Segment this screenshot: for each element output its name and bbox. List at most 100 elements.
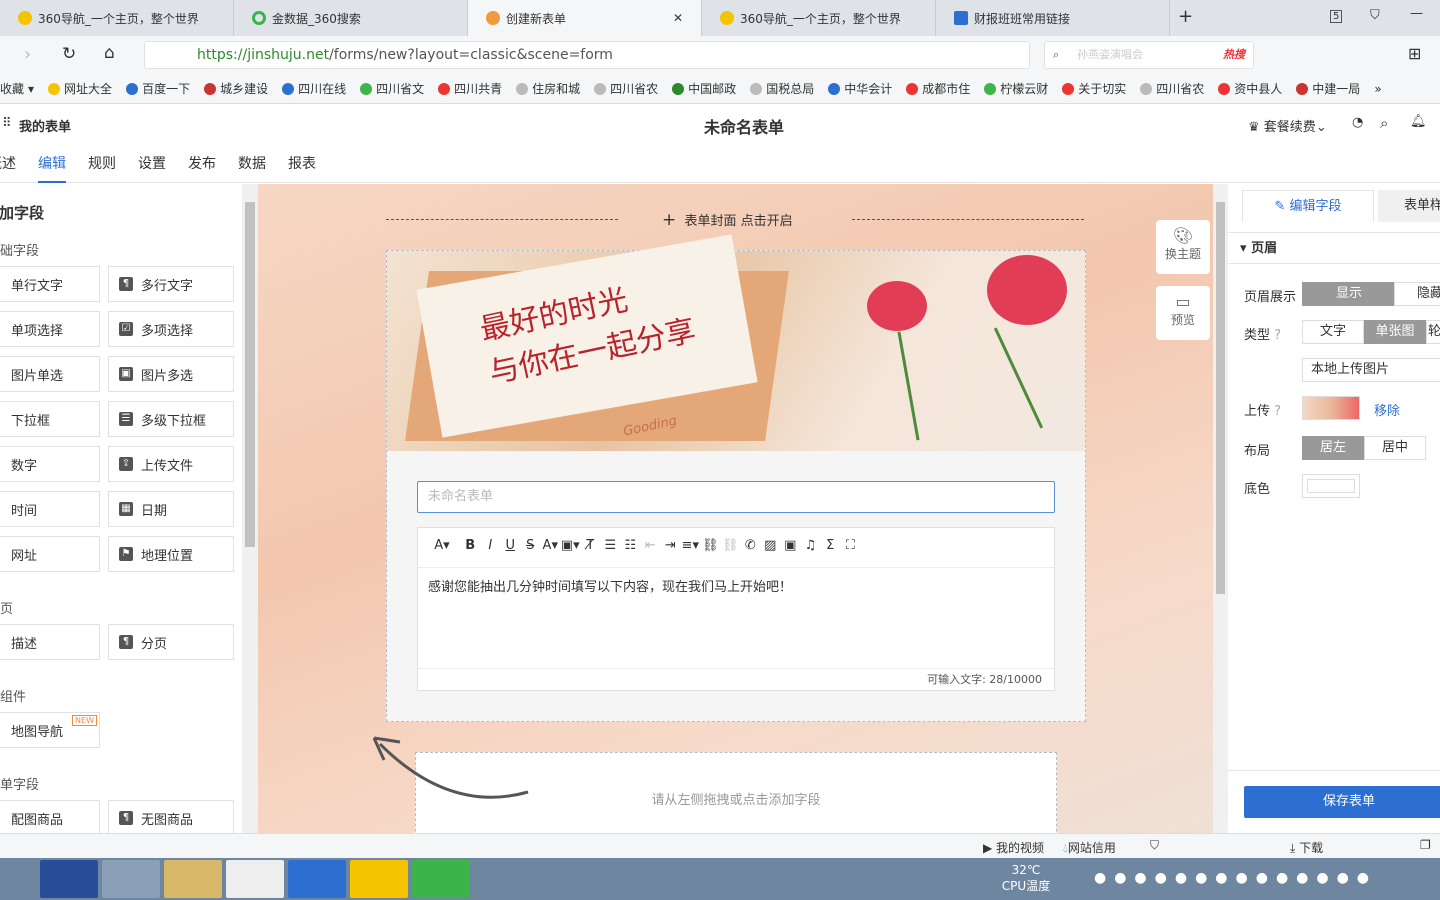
taskbar-explorer-icon[interactable] (164, 860, 222, 898)
music-icon[interactable]: ♫ (800, 538, 820, 553)
italic-icon[interactable]: I (480, 538, 500, 553)
field-button[interactable]: 单行文字 (0, 266, 100, 302)
bookmark-item[interactable]: 网址大全 (48, 80, 112, 97)
video-icon[interactable]: ▣ (780, 538, 800, 553)
taskbar-wps-icon[interactable] (288, 860, 346, 898)
bookmark-item[interactable]: 城乡建设 (204, 80, 268, 97)
tab-form-style[interactable]: 表单样式 (1378, 190, 1440, 222)
minimize-icon[interactable]: — (1410, 6, 1423, 21)
phone-icon[interactable]: ✆ (740, 538, 760, 553)
field-button[interactable]: ⚑ 地理位置 (108, 536, 234, 572)
window-icon[interactable]: ❐ (1420, 838, 1431, 852)
field-button[interactable]: 单项选择 (0, 311, 100, 347)
field-button[interactable]: 描述 (0, 624, 100, 660)
remove-link[interactable]: 移除 (1374, 400, 1400, 419)
type-text[interactable]: 文字 (1302, 320, 1364, 344)
field-button[interactable]: ¶ 分页 (108, 624, 234, 660)
cpu-temp[interactable]: 32℃ CPU温度 (995, 862, 1057, 894)
field-button[interactable]: ☰ 多级下拉框 (108, 401, 234, 437)
bookmark-item[interactable]: 柠檬云财 (984, 80, 1048, 97)
description-editor[interactable]: A▾ B I U S A▾ ▣▾ T̸ ☰ ☷ ⇤ ⇥ ≡▾ ⛓ ⛓ ✆ ▨ ▣ ♫ Σ ⛶ 感谢您能抽出几分钟时间填… (417, 527, 1055, 691)
tab-count[interactable]: 5 (1330, 10, 1343, 23)
indent-icon[interactable]: ⇥ (660, 538, 680, 553)
tab-nav[interactable]: 编辑 (38, 145, 66, 183)
site-credit[interactable]: 💧︎网站信用 (1063, 839, 1116, 856)
fullscreen-icon[interactable]: ⛶ (840, 538, 860, 553)
taskbar-app-icon[interactable] (40, 860, 98, 898)
browser-tab[interactable]: 360导航_一个主页，整个世界 (0, 0, 234, 36)
shirt-icon[interactable]: ⛉ (1370, 8, 1380, 23)
browser-tab[interactable]: 财报班班常用链接 (936, 0, 1170, 36)
upload-local-button[interactable]: 本地上传图片 (1302, 358, 1440, 382)
image-icon[interactable]: ▨ (760, 538, 780, 553)
bookmark-item[interactable]: 国税总局 (750, 80, 814, 97)
tab-nav[interactable]: 报表 (288, 145, 316, 183)
bookmark-item[interactable]: 住房和城 (516, 80, 580, 97)
unordered-list-icon[interactable]: ☷ (620, 538, 640, 553)
bgcolor-picker[interactable] (1302, 474, 1360, 498)
tab-nav[interactable]: 规则 (88, 145, 116, 183)
type-single-image[interactable]: 单张图 (1364, 320, 1426, 344)
cover-toggle[interactable]: + 表单封面 点击开启 (662, 210, 793, 230)
forward-icon[interactable]: › (24, 44, 31, 65)
tab-nav[interactable]: 概述 (0, 145, 16, 183)
formula-icon[interactable]: Σ (820, 538, 840, 553)
url-input[interactable]: https://jinshuju.net/forms/new?layout=cl… (144, 41, 1030, 69)
bookmark-item[interactable]: 关于切实 (1062, 80, 1126, 97)
title-input[interactable]: 未命名表单 (417, 481, 1055, 513)
form-header-block[interactable]: 最好的时光 与你在一起分享 Gooding 未命名表单 A▾ B I U S A▾ ▣▾ T̸… (386, 234, 1086, 722)
browser-tab[interactable]: 金数据_360搜索 (234, 0, 468, 36)
bookmark-item[interactable]: 中国邮政 (672, 80, 736, 97)
bold-icon[interactable]: B (460, 538, 480, 553)
reload-icon[interactable]: ↻ (62, 44, 76, 64)
strike-icon[interactable]: S (520, 538, 540, 553)
field-button[interactable]: ▦ 日期 (108, 491, 234, 527)
field-button[interactable]: 图片单选 (0, 356, 100, 392)
my-forms-link[interactable]: 我的表单 (19, 116, 71, 135)
tab-nav[interactable]: 数据 (238, 145, 266, 183)
taskbar-wechat-icon[interactable] (350, 860, 408, 898)
field-button[interactable]: ¶ 多行文字 (108, 266, 234, 302)
search-input[interactable]: ⌕ 孙燕姿演唱会 热搜 (1044, 41, 1254, 69)
new-tab-icon[interactable]: + (1178, 6, 1193, 27)
grid-icon[interactable]: ⊞ (1408, 44, 1421, 63)
link-icon[interactable]: ⛓ (700, 538, 720, 553)
close-tab-icon[interactable]: ✕ (673, 11, 683, 25)
font-size-icon[interactable]: A▾ (432, 538, 452, 553)
bookmark-item[interactable]: 资中县人 (1218, 80, 1282, 97)
bookmark-item[interactable]: 收藏 ▾ (0, 80, 34, 97)
form-title[interactable]: 未命名表单 (680, 114, 808, 138)
type-carousel[interactable]: 轮播 (1426, 320, 1440, 344)
home-icon[interactable]: ⌂ (104, 43, 115, 63)
bookmark-item[interactable]: 四川在线 (282, 80, 346, 97)
download-button[interactable]: ⤓ 下载 (1290, 839, 1323, 856)
bookmark-item[interactable]: 中华会计 (828, 80, 892, 97)
section-header[interactable]: ▾ 页眉 (1228, 232, 1440, 264)
field-button[interactable]: ☑ 多项选择 (108, 311, 234, 347)
field-button[interactable]: 时间 (0, 491, 100, 527)
field-button[interactable]: ▣ 图片多选 (108, 356, 234, 392)
bookmark-item[interactable]: 四川省文 (360, 80, 424, 97)
field-button[interactable]: ¶ 无图商品 (108, 800, 234, 833)
help-icon[interactable]: ◔ (1352, 115, 1363, 130)
layout-left[interactable]: 居左 (1302, 436, 1364, 460)
field-button[interactable]: 网址 (0, 536, 100, 572)
bookmark-item[interactable]: 四川省农 (1140, 80, 1204, 97)
shield-icon[interactable]: ⛉ (1150, 838, 1159, 853)
search-icon[interactable]: ⌕ (1380, 114, 1388, 132)
taskbar-news-icon[interactable] (226, 860, 284, 898)
clear-format-icon[interactable]: T̸ (580, 538, 600, 553)
more-bookmarks-icon[interactable]: » (1374, 82, 1381, 96)
underline-icon[interactable]: U (500, 538, 520, 553)
layout-center[interactable]: 居中 (1364, 436, 1426, 460)
field-button[interactable]: ⇪ 上传文件 (108, 446, 234, 482)
hide-toggle[interactable]: 隐藏 (1394, 282, 1440, 306)
show-toggle[interactable]: 显示 (1302, 282, 1396, 306)
field-button[interactable]: 数字 (0, 446, 100, 482)
tab-nav[interactable]: 发布 (188, 145, 216, 183)
preview-button[interactable]: ▭ 预览 (1156, 286, 1210, 340)
bell-icon[interactable]: 🔔︎ (1410, 114, 1427, 129)
system-tray-icons[interactable]: ●●●●●●●●●●●●●● (1094, 870, 1377, 886)
bookmark-item[interactable]: 百度一下 (126, 80, 190, 97)
bookmark-item[interactable]: 中建一局 (1296, 80, 1360, 97)
